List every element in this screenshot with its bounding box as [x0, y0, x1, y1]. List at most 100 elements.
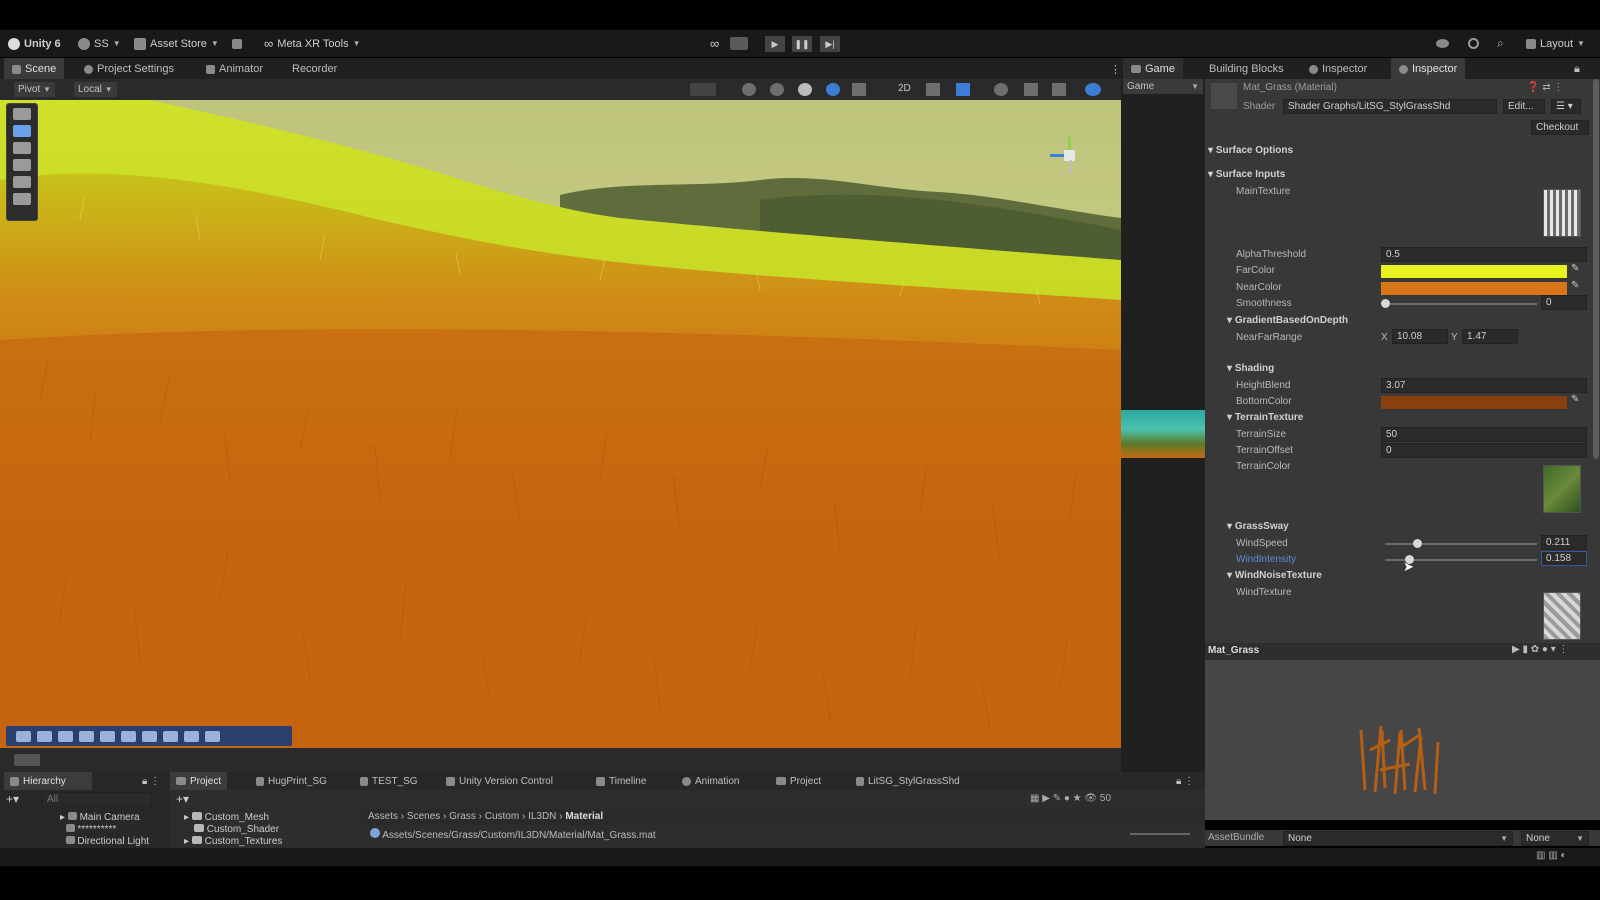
eyedropper-icon[interactable]: ✎ — [1571, 280, 1579, 291]
crosshair-icon[interactable] — [142, 730, 157, 742]
tab-inspector-2[interactable]: Inspector — [1391, 58, 1466, 80]
cloud-icon[interactable] — [1436, 34, 1449, 53]
folder-item[interactable]: Custom_Shader — [194, 824, 279, 835]
smoothness-knob[interactable] — [1381, 299, 1390, 308]
inspector-scrollbar[interactable] — [1593, 79, 1599, 459]
paint-icon[interactable] — [100, 730, 115, 742]
tab-project-settings[interactable]: Project Settings — [76, 58, 182, 80]
breadcrumb-item[interactable]: Material — [565, 811, 603, 822]
asset-bundle-dropdown[interactable]: None ▼ — [1283, 831, 1513, 846]
tab-test-sg[interactable]: TEST_SG — [354, 772, 424, 790]
hand-tool-icon[interactable] — [13, 108, 31, 120]
hierarchy-search-input[interactable]: All — [42, 792, 152, 807]
expand-icon[interactable] — [205, 730, 220, 742]
tab-building-blocks[interactable]: Building Blocks — [1201, 58, 1292, 80]
wind-speed-knob[interactable] — [1412, 539, 1422, 548]
local-dropdown[interactable]: Local ▼ — [74, 82, 117, 97]
breadcrumb-item[interactable]: Assets — [368, 811, 398, 822]
version-control-icon[interactable] — [232, 34, 242, 53]
height-blend-field[interactable]: 3.07 — [1381, 378, 1587, 393]
global-icon[interactable] — [742, 83, 756, 96]
gizmos-icon[interactable] — [1085, 83, 1101, 96]
terrain-texture-header[interactable]: ▾ TerrainTexture — [1227, 412, 1303, 423]
bottom-color-swatch[interactable] — [1381, 396, 1567, 409]
near-far-x-field[interactable]: 10.08 — [1392, 329, 1448, 344]
meta-xr-tools-button[interactable]: ∞ Meta XR Tools ▼ — [264, 34, 361, 53]
move-tool-icon[interactable] — [13, 125, 31, 137]
status-icons[interactable]: ▥ ▥ ◐ — [1536, 850, 1567, 861]
tab-timeline[interactable]: Timeline — [590, 772, 652, 790]
scale-tool-icon[interactable] — [13, 159, 31, 171]
main-texture-thumbnail[interactable] — [1543, 189, 1581, 237]
camera-dropdown[interactable] — [14, 754, 40, 766]
folder-item[interactable]: ▸ Custom_Textures — [184, 836, 282, 847]
zoom-slider[interactable] — [1130, 833, 1190, 835]
layers-icon[interactable] — [1052, 83, 1066, 96]
lit-icon[interactable] — [826, 83, 840, 96]
breadcrumb-item[interactable]: Grass — [449, 811, 476, 822]
terrain-color-thumbnail[interactable] — [1543, 465, 1581, 513]
hierarchy-item[interactable]: ▸ Main Camera — [60, 812, 140, 823]
tab-animation[interactable]: Animation — [676, 772, 745, 790]
ruler-icon[interactable] — [184, 730, 199, 742]
material-preview[interactable] — [1205, 660, 1600, 820]
wind-speed-slider[interactable] — [1385, 543, 1537, 545]
gradient-depth-header[interactable]: ▾ GradientBasedOnDepth — [1227, 315, 1348, 326]
shader-dropdown[interactable]: Shader Graphs/LitSG_StylGrassShd — [1283, 99, 1497, 114]
shaded-icon[interactable] — [798, 83, 812, 96]
smoothness-slider[interactable] — [1385, 303, 1537, 305]
scene-viewport[interactable] — [0, 100, 1121, 748]
game-display-dropdown[interactable]: Game ▼ — [1123, 79, 1203, 94]
eyedropper-icon[interactable]: ✎ — [1571, 263, 1579, 274]
history-icon[interactable] — [1468, 34, 1479, 53]
tab-hierarchy[interactable]: Hierarchy — [4, 772, 92, 790]
image-icon[interactable] — [58, 730, 73, 742]
tab-hugprint-sg[interactable]: HugPrint_SG — [250, 772, 333, 790]
tab-litsg-shader[interactable]: LitSG_StylGrassShd — [850, 772, 966, 790]
camera-icon[interactable] — [1024, 83, 1038, 96]
tab-inspector-1[interactable]: Inspector — [1301, 58, 1375, 80]
wind-noise-header[interactable]: ▾ WindNoiseTexture — [1227, 570, 1322, 581]
smoothness-field[interactable]: 0 — [1541, 295, 1587, 310]
alpha-threshold-field[interactable]: 0.5 — [1381, 247, 1587, 262]
add-button[interactable]: +▾ — [6, 792, 19, 806]
lock-icon[interactable]: 🔒︎ — [1566, 58, 1588, 80]
list-dropdown[interactable]: ☰ ▾ — [1551, 99, 1581, 114]
edit-shader-button[interactable]: Edit... — [1503, 99, 1545, 114]
tab-project-2[interactable]: Project — [770, 772, 827, 790]
search-icon[interactable]: ⌕ — [1497, 34, 1504, 53]
tab-animator[interactable]: Animator — [198, 58, 271, 80]
tab-scene[interactable]: Scene — [4, 58, 65, 80]
rotate-tool-icon[interactable] — [13, 142, 31, 154]
terrain-size-field[interactable]: 50 — [1381, 427, 1587, 442]
lock-icon[interactable]: 🔒︎ ⋮ — [136, 772, 166, 790]
asset-store-button[interactable]: Asset Store ▼ — [134, 34, 219, 53]
breadcrumb-item[interactable]: Scenes — [407, 811, 440, 822]
hierarchy-item[interactable]: Directional Light — [60, 836, 149, 847]
checkout-button[interactable]: Checkout — [1531, 120, 1589, 135]
far-color-swatch[interactable] — [1381, 265, 1567, 278]
help-icon[interactable]: ❓ ⇄ ⋮ — [1527, 82, 1563, 93]
tab-version-control[interactable]: Unity Version Control — [440, 772, 559, 790]
wind-texture-thumbnail[interactable] — [1543, 592, 1581, 640]
toggle-2d-button[interactable]: 2D — [898, 83, 911, 94]
render-mode-icon[interactable] — [852, 83, 866, 96]
terrain-offset-field[interactable]: 0 — [1381, 443, 1587, 458]
asset-bundle-variant-dropdown[interactable]: None ▼ — [1521, 831, 1589, 846]
account-dropdown[interactable]: SS ▼ — [78, 34, 121, 53]
select-icon[interactable] — [163, 730, 178, 742]
shading-header[interactable]: ▾ Shading — [1227, 363, 1274, 374]
create-button[interactable]: +▾ — [176, 792, 189, 806]
surface-inputs-header[interactable]: ▾ Surface Inputs — [1208, 169, 1285, 180]
effects-icon[interactable] — [956, 83, 970, 96]
record-button[interactable] — [730, 34, 748, 53]
transform-tool-icon[interactable] — [13, 193, 31, 205]
list-icon[interactable] — [37, 730, 52, 742]
layout-dropdown[interactable]: Layout ▼ — [1526, 34, 1585, 53]
pivot-dropdown[interactable]: Pivot ▼ — [14, 82, 55, 97]
refresh-icon[interactable] — [79, 730, 94, 742]
near-color-swatch[interactable] — [1381, 282, 1567, 295]
wireframe-icon[interactable] — [770, 83, 784, 96]
breadcrumb-item[interactable]: Custom — [485, 811, 519, 822]
breadcrumb-item[interactable]: IL3DN — [528, 811, 556, 822]
